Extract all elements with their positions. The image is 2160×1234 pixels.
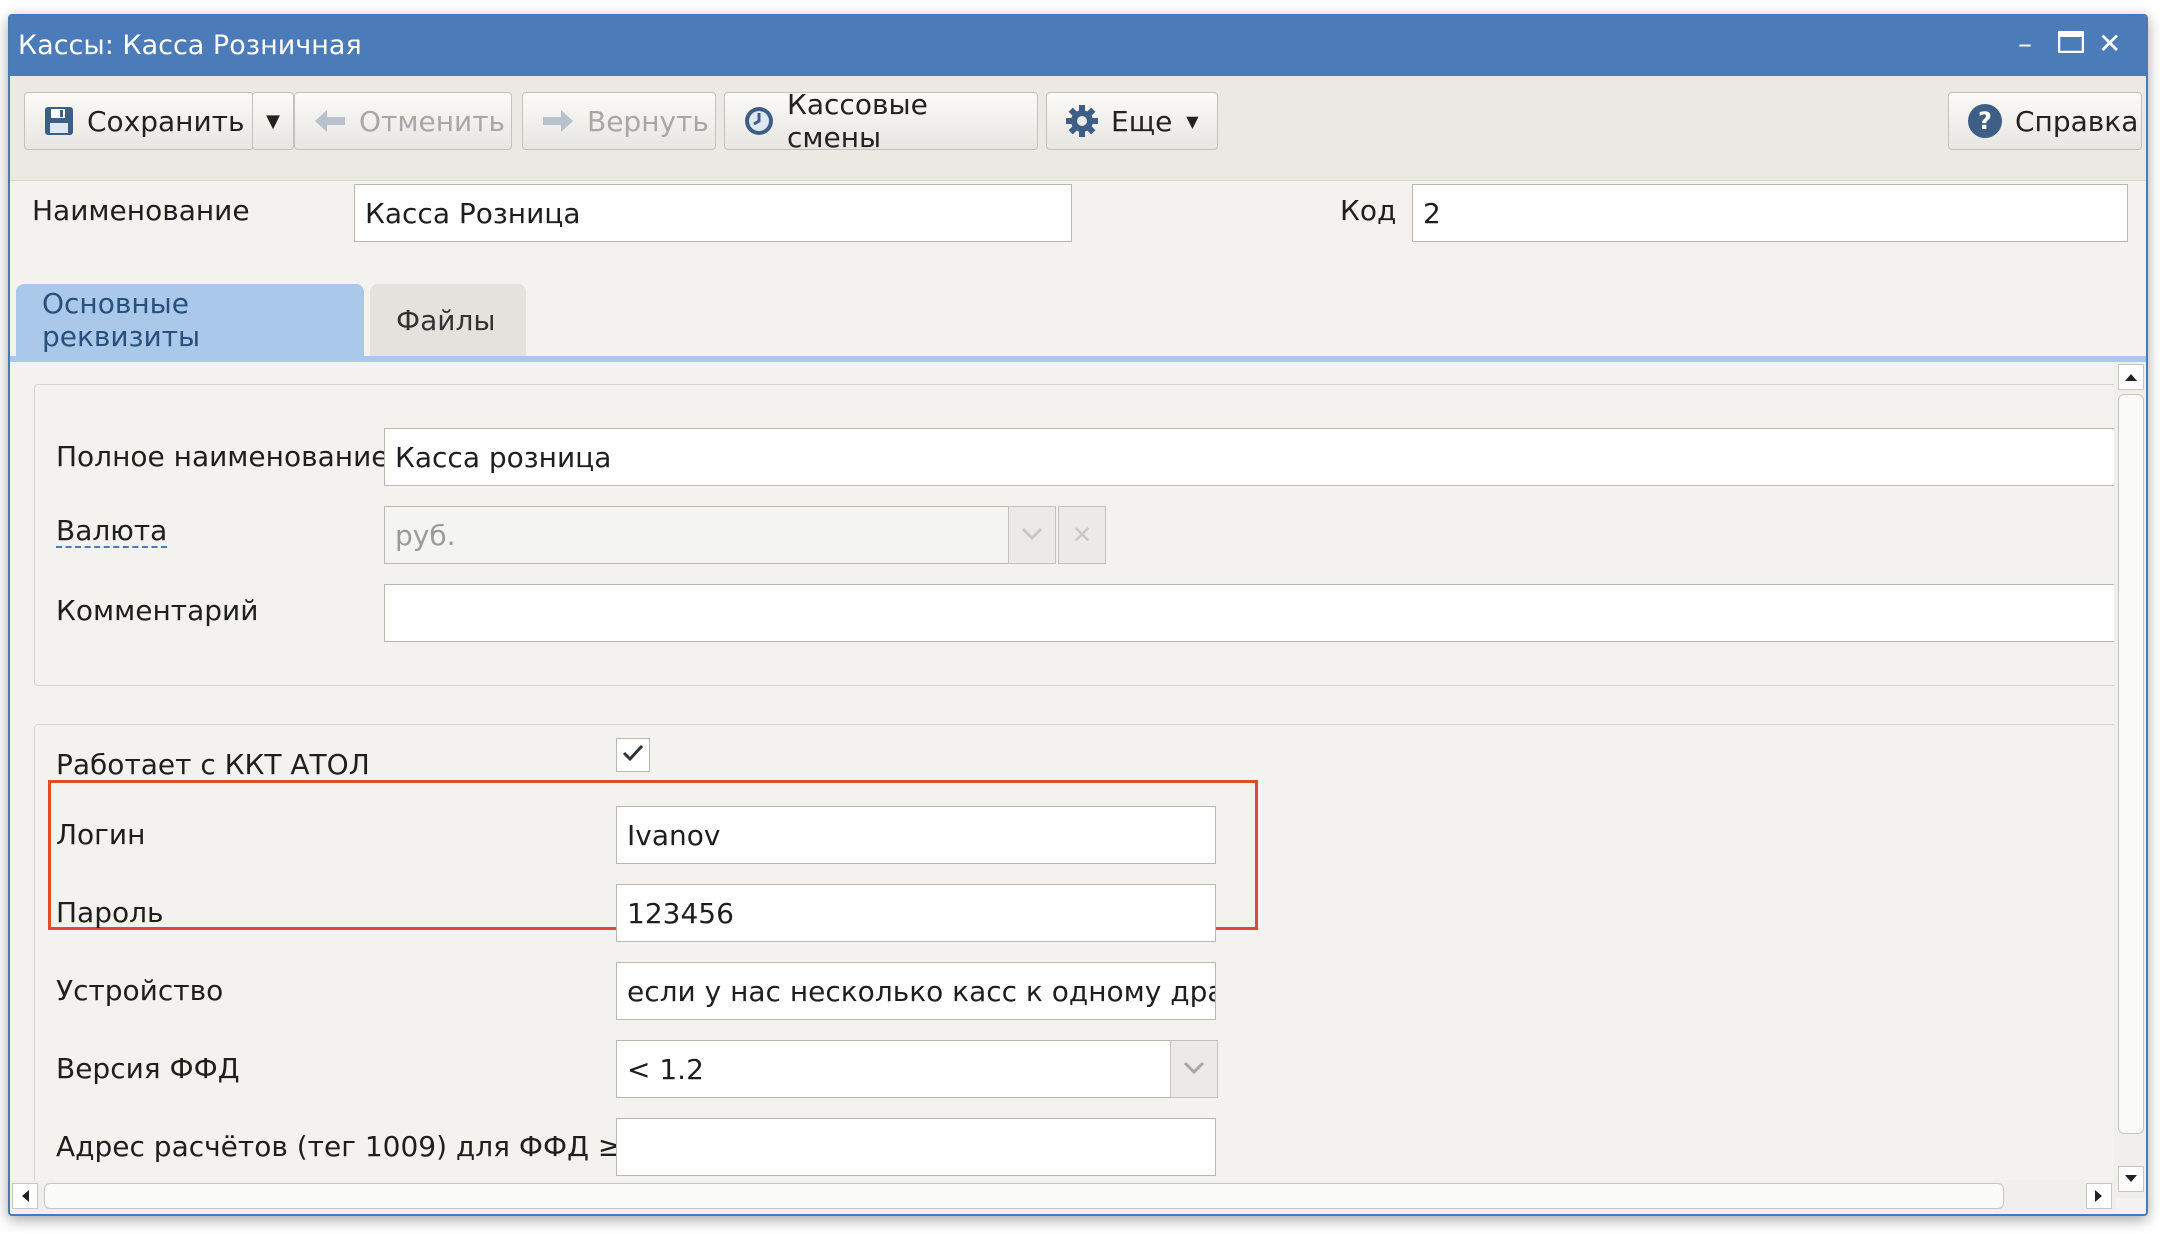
title-bar: Кассы: Касса Розничная – ✕	[10, 16, 2146, 76]
scroll-right-icon[interactable]	[2086, 1183, 2112, 1209]
clock-icon	[743, 105, 775, 137]
gear-icon	[1065, 104, 1099, 138]
tab-files[interactable]: Файлы	[370, 284, 526, 356]
caret-down-icon: ▼	[266, 110, 280, 132]
login-label: Логин	[56, 818, 146, 851]
currency-clear-button[interactable]: ✕	[1058, 506, 1106, 564]
chevron-down-icon	[1183, 1060, 1205, 1079]
caret-down-icon: ▼	[1186, 111, 1199, 131]
undo-button[interactable]: Отменить	[294, 92, 512, 150]
help-label: Справка	[2015, 104, 2139, 138]
minimize-icon[interactable]: –	[2018, 28, 2032, 60]
save-label: Сохранить	[87, 104, 245, 138]
redo-label: Вернуть	[587, 104, 709, 138]
scroll-down-icon[interactable]	[2118, 1166, 2144, 1192]
redo-button[interactable]: Вернуть	[522, 92, 716, 150]
full-name-input[interactable]: Касса розница	[384, 428, 2124, 486]
password-label: Пароль	[56, 896, 164, 929]
help-button[interactable]: ? Справка	[1948, 92, 2142, 150]
form-window: Кассы: Касса Розничная – ✕ Сохранить ▼ О…	[8, 14, 2148, 1216]
toolbar: Сохранить ▼ Отменить Вернуть Кассовые см…	[10, 76, 2146, 181]
help-icon: ?	[1967, 103, 2003, 139]
ffd-version-input[interactable]: < 1.2	[616, 1040, 1172, 1098]
device-input[interactable]: если у нас несколько касс к одному драйв…	[616, 962, 1216, 1020]
save-button[interactable]: Сохранить	[24, 92, 254, 150]
settlement-address-input[interactable]	[616, 1118, 1216, 1176]
ffd-version-dropdown-button[interactable]	[1170, 1040, 1218, 1098]
currency-dropdown-button[interactable]	[1008, 506, 1056, 564]
currency-label[interactable]: Валюта	[56, 516, 168, 548]
more-label: Еще	[1111, 104, 1173, 138]
code-label: Код	[1340, 194, 1397, 227]
checkmark-icon	[621, 743, 645, 767]
horizontal-scrollbar[interactable]	[10, 1180, 2116, 1212]
vertical-scrollbar[interactable]	[2114, 362, 2146, 1198]
ffd-version-label: Версия ФФД	[56, 1052, 240, 1085]
full-name-label: Полное наименование	[56, 440, 389, 473]
device-label: Устройство	[56, 974, 224, 1007]
clear-icon: ✕	[1071, 521, 1093, 549]
undo-arrow-icon	[313, 108, 347, 134]
comment-input[interactable]	[384, 584, 2124, 642]
close-icon[interactable]: ✕	[2098, 28, 2121, 60]
chevron-down-icon	[1021, 526, 1043, 545]
settlement-address-label: Адрес расчётов (тег 1009) для ФФД ≥ 1.2	[56, 1130, 675, 1163]
name-input[interactable]: Касса Розница	[354, 184, 1072, 242]
tab-underline	[10, 356, 2146, 362]
atol-label[interactable]: Работает с ККТ АТОЛ	[56, 750, 370, 782]
code-input[interactable]: 2	[1412, 184, 2128, 242]
login-input[interactable]: Ivanov	[616, 806, 1216, 864]
cash-shifts-button[interactable]: Кассовые смены	[724, 88, 1038, 154]
more-button[interactable]: Еще ▼	[1046, 92, 1218, 150]
atol-checkbox[interactable]	[616, 738, 650, 772]
undo-label: Отменить	[359, 104, 506, 138]
vertical-scroll-thumb[interactable]	[2118, 394, 2144, 1134]
currency-input[interactable]: руб.	[384, 506, 1010, 564]
password-input[interactable]: 123456	[616, 884, 1216, 942]
scroll-left-icon[interactable]	[12, 1183, 38, 1209]
window-title: Кассы: Касса Розничная	[18, 30, 362, 61]
save-dropdown-button[interactable]: ▼	[252, 92, 294, 150]
redo-arrow-icon	[541, 108, 575, 134]
svg-text:?: ?	[1978, 107, 1992, 135]
scroll-up-icon[interactable]	[2118, 364, 2144, 390]
maximize-icon[interactable]	[2057, 28, 2085, 60]
tab-main-details[interactable]: Основные реквизиты	[16, 284, 364, 356]
name-label: Наименование	[32, 194, 250, 227]
cash-shifts-label: Кассовые смены	[787, 88, 928, 154]
horizontal-scroll-thumb[interactable]	[44, 1183, 2004, 1209]
comment-label: Комментарий	[56, 594, 259, 627]
save-icon	[43, 105, 75, 137]
